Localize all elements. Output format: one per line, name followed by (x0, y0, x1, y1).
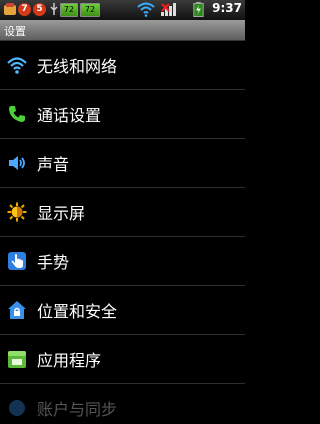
settings-item-wireless[interactable]: 无线和网络 (0, 41, 245, 90)
settings-item-label: 无线和网络 (37, 57, 118, 76)
settings-item-label: 手势 (37, 253, 70, 272)
battery-icon (193, 2, 204, 17)
settings-item-label: 应用程序 (37, 351, 102, 370)
clock: 9:37 (212, 1, 242, 15)
app-icon (8, 351, 26, 368)
title-bar: 设置 (0, 20, 245, 41)
gesture-icon (8, 252, 26, 270)
battery-indicator: 72 (60, 3, 78, 17)
phone-icon (9, 106, 25, 122)
notification-badge: 7 (18, 3, 31, 16)
wifi-signal-icon (137, 2, 155, 17)
wifi-icon (7, 57, 27, 74)
settings-item-label: 位置和安全 (37, 302, 118, 321)
settings-item-display[interactable]: 显示屏 (0, 188, 245, 237)
notification-badge: 5 (33, 3, 46, 16)
settings-item-label: 声音 (37, 155, 70, 174)
settings-item-call[interactable]: 通话设置 (0, 90, 245, 139)
settings-item-label: 显示屏 (37, 204, 86, 223)
status-bar: 7 5 72 72 9:37 (0, 0, 245, 20)
cell-signal-icon (161, 3, 176, 16)
battery-indicator: 72 (80, 3, 100, 17)
speaker-icon (9, 156, 25, 170)
settings-item-location-security[interactable]: 位置和安全 (0, 286, 245, 335)
page-title: 设置 (4, 25, 26, 38)
settings-item-accounts-sync[interactable]: 账户与同步 (0, 384, 245, 424)
settings-item-applications[interactable]: 应用程序 (0, 335, 245, 384)
brightness-icon (7, 202, 27, 222)
settings-item-label: 账户与同步 (37, 400, 118, 419)
settings-item-sound[interactable]: 声音 (0, 139, 245, 188)
sync-icon (9, 400, 25, 416)
app-notification-icon (4, 3, 16, 15)
settings-item-label: 通话设置 (37, 106, 102, 125)
settings-item-gesture[interactable]: 手势 (0, 237, 245, 286)
lock-icon (8, 301, 26, 319)
usb-icon (50, 3, 58, 15)
settings-list: 无线和网络 通话设置 声音 显示屏 手势 位置和安全 应用程序 账户与同步 (0, 41, 245, 424)
